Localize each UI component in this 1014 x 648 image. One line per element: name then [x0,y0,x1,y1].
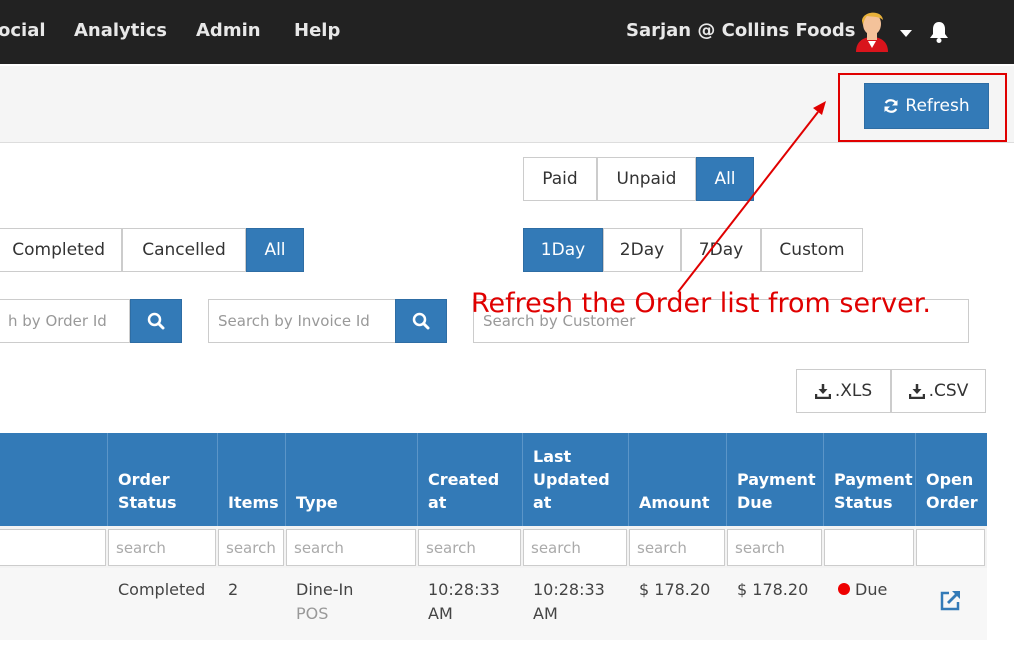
filter-input-updated-at[interactable]: search [523,529,627,566]
cell-created-at: 10:28:33 AM [428,580,500,623]
cell-order-status: Completed [118,580,206,599]
nav-social[interactable]: ocial [0,20,46,41]
download-icon [814,384,831,399]
column-header-order-status[interactable]: Order Status [108,433,218,526]
export-xls-button[interactable]: .XLS [796,369,891,413]
refresh-icon [884,99,898,113]
export-xls-label: .XLS [834,381,873,401]
filter-payment-all[interactable]: All [696,157,754,201]
cell-updated-at: 10:28:33 AM [533,580,605,623]
annotation-text: Refresh the Order list from server. [471,288,931,319]
filter-7day[interactable]: 7Day [681,228,761,272]
nav-help[interactable]: Help [294,20,340,41]
download-icon [908,384,925,399]
search-order-id-input[interactable]: h by Order Id [0,299,130,343]
filter-input-order-status[interactable]: search [108,529,216,566]
bell-icon[interactable] [929,21,949,43]
cell-type: Dine-In POS [296,578,353,626]
column-header-amount[interactable]: Amount [629,433,727,526]
nav-analytics[interactable]: Analytics [74,20,167,41]
filter-completed[interactable]: Completed [0,228,122,272]
column-header-payment-status[interactable]: Payment Status [824,433,916,526]
cell-payment-status-label: Due [855,580,888,599]
filter-input-created-at[interactable]: search [418,529,521,566]
filter-custom[interactable]: Custom [761,228,863,272]
top-navbar: ocial Analytics Admin Help Sarjan @ Coll… [0,0,1014,64]
search-invoice-id-button[interactable] [395,299,447,343]
user-menu-chevron-down-icon[interactable] [900,30,912,37]
cell-payment-due: $ 178.20 [737,580,809,599]
filter-input-open-order[interactable] [916,529,985,566]
user-avatar-icon[interactable] [852,8,892,52]
column-header-items[interactable]: Items [218,433,286,526]
search-icon [412,312,430,330]
filter-2day[interactable]: 2Day [603,228,681,272]
column-header-last-updated-at[interactable]: Last Updated at [523,433,629,526]
column-header-type[interactable]: Type [286,433,418,526]
search-order-id-button[interactable] [130,299,182,343]
filter-1day[interactable]: 1Day [523,228,603,272]
nav-admin[interactable]: Admin [196,20,261,41]
filter-input-items[interactable]: search [218,529,284,566]
filter-input-type[interactable]: search [286,529,416,566]
cell-type-value: Dine-In [296,580,354,599]
external-link-icon[interactable] [938,589,962,613]
due-status-dot-icon [838,582,850,595]
search-icon [147,312,165,330]
refresh-button[interactable]: Refresh [864,83,989,129]
column-header-created-at[interactable]: Created at [418,433,523,526]
user-name[interactable]: Sarjan @ Collins Foods [626,20,855,41]
filter-status-all[interactable]: All [246,228,304,272]
filter-input-blank[interactable] [0,529,106,566]
filter-input-amount[interactable]: search [629,529,725,566]
filter-unpaid[interactable]: Unpaid [597,157,696,201]
cell-items: 2 [228,580,239,599]
cell-type-source: POS [296,604,329,623]
filter-input-payment-status[interactable] [824,529,914,566]
refresh-label: Refresh [905,96,970,116]
cell-amount: $ 178.20 [639,580,711,599]
filter-input-payment-due[interactable]: search [727,529,822,566]
export-csv-button[interactable]: .CSV [891,369,986,413]
export-csv-label: .CSV [928,381,969,401]
filter-cancelled[interactable]: Cancelled [122,228,246,272]
column-header-blank [0,433,108,526]
search-invoice-id-input[interactable]: Search by Invoice Id [208,299,396,343]
column-header-open-order[interactable]: Open Order [916,433,987,526]
cell-payment-status: Due [838,578,887,602]
column-header-payment-due[interactable]: Payment Due [727,433,824,526]
filter-paid[interactable]: Paid [523,157,597,201]
